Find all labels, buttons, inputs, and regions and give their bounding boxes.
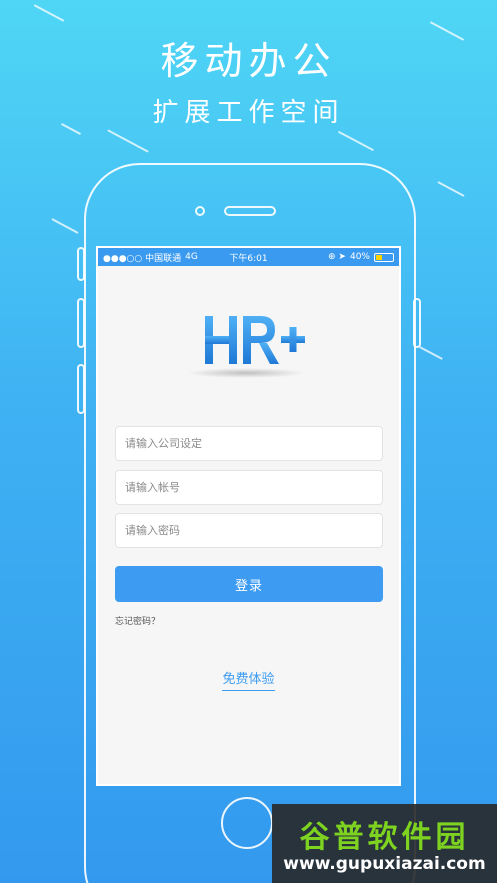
decorative-streak <box>337 130 375 152</box>
phone-camera <box>195 206 205 216</box>
decorative-streak <box>33 4 65 22</box>
phone-side-button <box>413 298 421 348</box>
decorative-streak <box>419 346 443 360</box>
logo-shadow <box>186 368 306 378</box>
watermark-brand: 谷普软件园 <box>299 820 470 855</box>
phone-side-button <box>77 298 85 348</box>
status-bar: ●●●○○ 中国联通 4G 下午6:01 ⊕ ➤ 40% <box>98 248 399 266</box>
promo-subtitle: 扩展工作空间 <box>152 98 345 128</box>
phone-side-button <box>77 364 85 414</box>
phone-home-button <box>221 797 273 849</box>
phone-side-button <box>77 247 85 281</box>
battery-percent: 40% <box>349 252 370 262</box>
forgot-password-link[interactable]: 忘记密码？ <box>115 614 160 627</box>
decorative-streak <box>107 129 149 153</box>
watermark-url: www.gupuxiazai.com <box>283 854 486 874</box>
network-label: 4G <box>185 252 198 262</box>
account-field[interactable] <box>115 470 383 505</box>
free-trial-link[interactable]: 免费体验 <box>98 668 399 691</box>
watermark: 谷普软件园 www.gupuxiazai.com <box>272 804 497 883</box>
battery-level <box>376 254 383 260</box>
password-field[interactable] <box>115 513 383 548</box>
hr-logo-icon <box>205 316 305 364</box>
free-trial-label[interactable]: 免费体验 <box>222 672 275 691</box>
phone-speaker <box>224 206 276 216</box>
login-button[interactable]: 登录 <box>115 566 383 602</box>
company-field[interactable] <box>115 426 383 461</box>
decorative-streak <box>437 181 465 197</box>
promo-title: 移动办公 <box>160 39 337 83</box>
location-icon: ⊕ ➤ <box>328 252 346 262</box>
decorative-streak <box>51 218 79 234</box>
battery-icon <box>374 252 394 262</box>
app-screen: ●●●○○ 中国联通 4G 下午6:01 ⊕ ➤ 40% 登录 忘记密 <box>96 246 401 786</box>
carrier-label: ●●●○○ 中国联通 <box>103 253 182 264</box>
